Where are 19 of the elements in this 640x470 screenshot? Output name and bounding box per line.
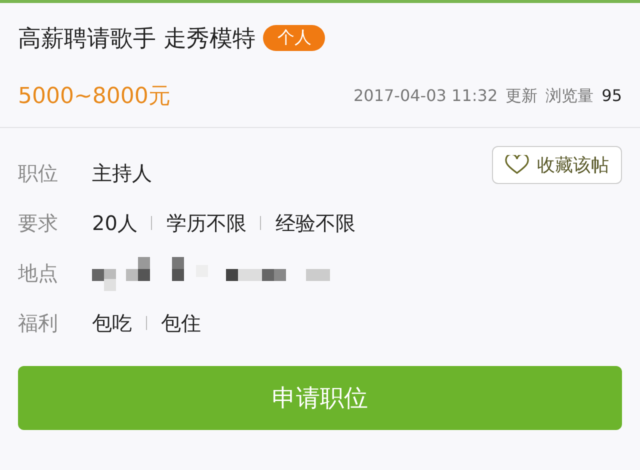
- views-count: 95: [602, 86, 622, 104]
- favorite-button[interactable]: 收藏该帖: [492, 146, 622, 184]
- field-value: 主持人: [92, 160, 152, 186]
- field-label: 地点: [18, 260, 59, 286]
- update-time: 2017-04-03 11:32: [353, 86, 498, 104]
- field-value: 20人: [92, 210, 138, 236]
- update-label: 更新: [506, 86, 538, 106]
- salary: 5000~8000元: [18, 83, 170, 111]
- field-label: 要求: [18, 210, 59, 236]
- field-label: 职位: [18, 160, 59, 186]
- field-value: 包吃: [92, 310, 132, 336]
- field-value: 经验不限: [275, 210, 356, 236]
- field-label: 福利: [18, 310, 59, 336]
- heart-icon: [505, 155, 529, 175]
- field-value: 学历不限: [166, 210, 246, 236]
- post-title: 高薪聘请歌手 走秀模特: [18, 24, 256, 54]
- views-label: 浏览量: [546, 86, 594, 106]
- field-value: 包住: [161, 310, 201, 336]
- tag-badge: 个人: [263, 25, 326, 51]
